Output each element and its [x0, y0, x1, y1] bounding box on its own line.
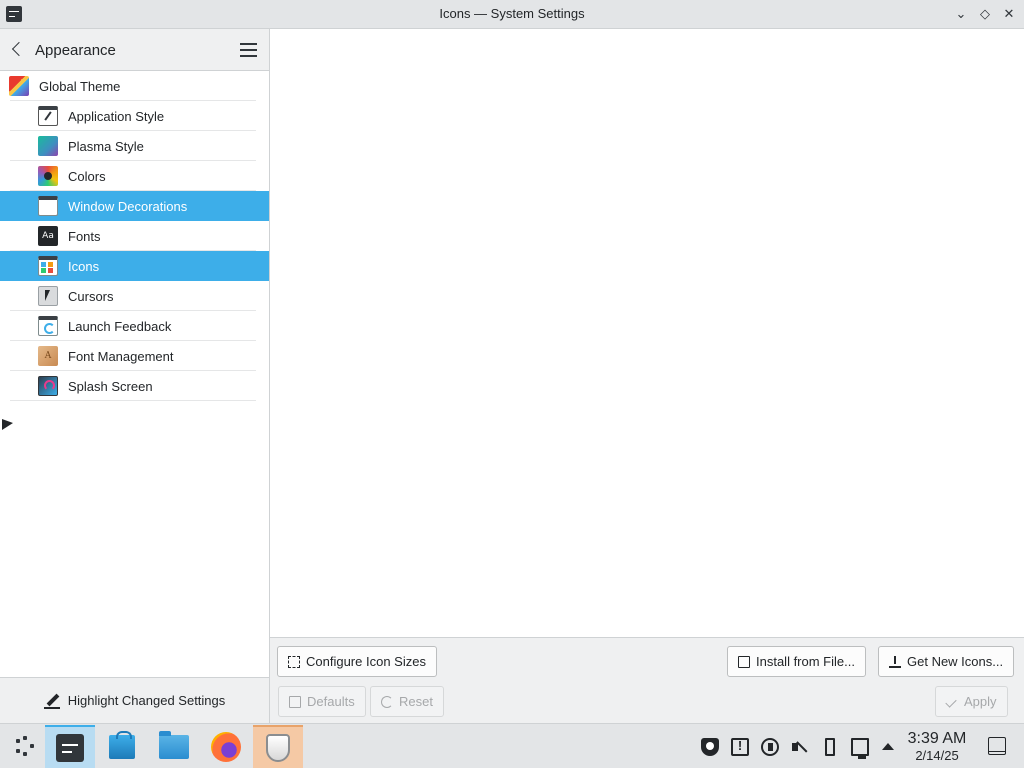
- minimize-button[interactable]: ⌄: [952, 5, 970, 23]
- updates-icon: [761, 737, 779, 756]
- application-launcher-icon: [14, 735, 36, 758]
- title-bar: Icons — System Settings ⌄ ◇ ✕: [0, 0, 1024, 29]
- icons-icon: [38, 256, 58, 276]
- sidebar-item-label: Font Management: [68, 348, 174, 364]
- sidebar-item-label: Launch Feedback: [68, 318, 172, 334]
- configure-icon-sizes-button[interactable]: Configure Icon Sizes: [277, 646, 437, 677]
- sidebar-header: Appearance: [0, 29, 269, 71]
- application-style-icon: [38, 106, 58, 126]
- clipboard-alert-icon: [731, 737, 749, 756]
- defaults-button[interactable]: Defaults: [278, 686, 366, 717]
- fonts-icon: Aa: [38, 226, 58, 246]
- expand-tray-icon: [882, 743, 894, 750]
- resize-icon: [288, 655, 300, 668]
- defaults-icon: [289, 695, 301, 708]
- sidebar-item-label: Fonts: [68, 228, 101, 244]
- task-shield-app[interactable]: [253, 725, 303, 768]
- sidebar-item-label: Window Decorations: [68, 198, 188, 214]
- defaults-label: Defaults: [307, 694, 355, 709]
- clock-date: 2/14/25: [915, 748, 959, 763]
- tray-expand[interactable]: [874, 724, 902, 768]
- sidebar-heading: Appearance: [35, 42, 116, 59]
- main-content: Configure Icon Sizes Install from File..…: [270, 29, 1024, 723]
- sidebar-item-application-style[interactable]: Application Style: [0, 101, 269, 131]
- sidebar-item-splash-screen[interactable]: Splash Screen: [0, 371, 269, 401]
- shield-app-icon: [266, 733, 290, 762]
- sidebar-item-launch-feedback[interactable]: Launch Feedback: [0, 311, 269, 341]
- taskbar: 3:39 AM 2/14/25: [0, 723, 1024, 768]
- cursors-icon: [38, 286, 58, 306]
- back-arrow-icon[interactable]: [10, 39, 28, 61]
- get-new-icons-button[interactable]: Get New Icons...: [878, 646, 1015, 677]
- firefox-icon: [211, 731, 241, 762]
- shield-tray-icon: [701, 737, 719, 756]
- tray-volume[interactable]: [786, 724, 814, 768]
- application-launcher-button[interactable]: [0, 725, 50, 768]
- install-from-file-button[interactable]: Install from File...: [727, 646, 866, 677]
- sidebar-nav: Global Theme Application Style Plasma St…: [0, 71, 269, 401]
- clock-time: 3:39 AM: [907, 730, 967, 747]
- window-decorations-icon: [38, 196, 58, 216]
- get-new-icons-label: Get New Icons...: [907, 654, 1004, 669]
- sidebar-item-colors[interactable]: Colors: [0, 161, 269, 191]
- sidebar-item-icons[interactable]: Icons: [0, 251, 269, 281]
- apply-button[interactable]: Apply: [935, 686, 1008, 717]
- reset-icon: [381, 695, 393, 708]
- colors-icon: [38, 166, 58, 186]
- task-file-manager[interactable]: [149, 725, 199, 768]
- highlight-changed-settings-label: Highlight Changed Settings: [67, 693, 226, 708]
- font-management-icon: A: [38, 346, 58, 366]
- tray-network[interactable]: [846, 724, 874, 768]
- task-discover[interactable]: [97, 725, 147, 768]
- sidebar-item-label: Plasma Style: [68, 138, 144, 154]
- global-theme-icon: [9, 76, 29, 96]
- document-icon: [738, 655, 750, 668]
- sidebar-item-cursors[interactable]: Cursors: [0, 281, 269, 311]
- sidebar-item-global-theme[interactable]: Global Theme: [0, 71, 269, 101]
- sidebar-item-font-management[interactable]: A Font Management: [0, 341, 269, 371]
- sidebar-item-label: Colors: [68, 168, 106, 184]
- sidebar: Appearance Global Theme Application Styl…: [0, 29, 270, 723]
- download-icon: [889, 655, 901, 668]
- sidebar-item-label: Splash Screen: [68, 378, 153, 394]
- apply-label: Apply: [964, 694, 997, 709]
- window-title: Icons — System Settings: [439, 6, 585, 21]
- sidebar-item-plasma-style[interactable]: Plasma Style: [0, 131, 269, 161]
- hamburger-menu-icon[interactable]: [240, 43, 257, 57]
- usb-device-icon: [825, 737, 835, 756]
- icons-action-bar: Configure Icon Sizes Install from File..…: [270, 637, 1024, 723]
- splash-screen-icon: [38, 376, 58, 396]
- file-manager-icon: [159, 730, 189, 759]
- tray-clipboard[interactable]: [726, 724, 754, 768]
- tray-usb[interactable]: [816, 724, 844, 768]
- sidebar-item-label: Cursors: [68, 288, 114, 304]
- launch-feedback-icon: [38, 316, 58, 336]
- close-button[interactable]: ✕: [1000, 5, 1018, 23]
- sidebar-item-fonts[interactable]: Aa Fonts: [0, 221, 269, 251]
- plasma-style-icon: [38, 136, 58, 156]
- reset-label: Reset: [399, 694, 433, 709]
- sidebar-item-window-decorations[interactable]: Window Decorations: [0, 191, 269, 221]
- configure-icon-sizes-label: Configure Icon Sizes: [306, 654, 426, 669]
- sidebar-item-label: Icons: [68, 258, 100, 274]
- highlight-changed-settings-button[interactable]: Highlight Changed Settings: [0, 677, 269, 723]
- volume-muted-icon: [791, 738, 809, 756]
- sidebar-item-label: Global Theme: [39, 78, 121, 94]
- tray-security[interactable]: [696, 724, 724, 768]
- pencil-icon: [43, 693, 60, 709]
- tray-updates[interactable]: [756, 724, 784, 768]
- system-settings-icon: [56, 733, 84, 762]
- discover-store-icon: [109, 730, 135, 759]
- reset-button[interactable]: Reset: [370, 686, 444, 717]
- install-from-file-label: Install from File...: [756, 654, 855, 669]
- task-firefox[interactable]: [201, 725, 251, 768]
- network-icon: [851, 737, 869, 759]
- show-desktop-icon[interactable]: [988, 737, 1006, 755]
- maximize-button[interactable]: ◇: [976, 5, 994, 23]
- sidebar-item-label: Application Style: [68, 108, 165, 124]
- task-system-settings[interactable]: [45, 725, 95, 768]
- digital-clock[interactable]: 3:39 AM 2/14/25: [902, 730, 972, 763]
- checkmark-icon: [946, 696, 958, 708]
